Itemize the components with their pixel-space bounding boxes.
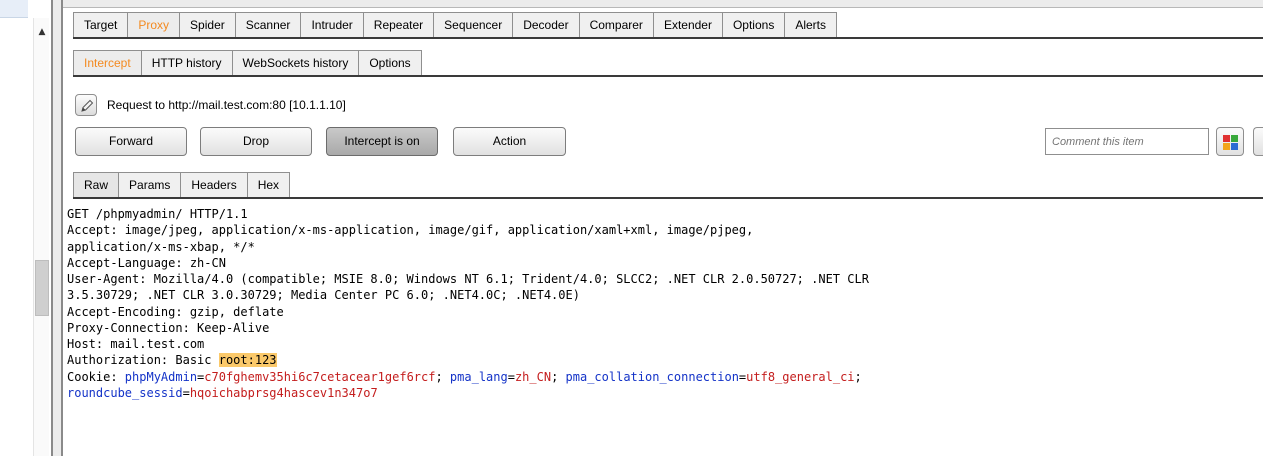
tab-alerts[interactable]: Alerts <box>785 12 838 37</box>
tab-spider[interactable]: Spider <box>180 12 236 37</box>
clipped-toolbar-button[interactable] <box>1253 127 1263 156</box>
cookie-value: zh_CN <box>514 369 552 384</box>
main-pane: Target Proxy Spider Scanner Intruder Rep… <box>63 0 1263 456</box>
tab-http-history[interactable]: HTTP history <box>141 50 233 75</box>
drop-button[interactable]: Drop <box>200 127 312 156</box>
tab-decoder[interactable]: Decoder <box>513 12 580 37</box>
proxy-tabs: Intercept HTTP history WebSockets histor… <box>73 50 422 75</box>
raw-request-editor[interactable]: GET /phpmyadmin/ HTTP/1.1 Accept: image/… <box>63 199 1263 456</box>
tab-comparer[interactable]: Comparer <box>579 12 654 37</box>
authorization-value-highlight[interactable]: root:123 <box>218 353 277 368</box>
left-pane-selected-row[interactable] <box>0 0 28 18</box>
cookie-value: utf8_general_ci <box>746 369 855 384</box>
request-target-label: Request to http://mail.test.com:80 [10.1… <box>107 98 346 112</box>
header-accept: Accept: image/jpeg, application/x-ms-app… <box>67 223 754 238</box>
highlight-color-button[interactable] <box>1216 127 1244 156</box>
vertical-scrollbar[interactable]: ▲ <box>33 18 49 456</box>
tab-proxy[interactable]: Proxy <box>128 12 181 37</box>
tab-intruder[interactable]: Intruder <box>301 12 364 37</box>
header-cookie: Cookie: phpMyAdmin=c70fghemv35hi6c7cetac… <box>67 369 862 384</box>
header-accept-language: Accept-Language: zh-CN <box>67 255 226 270</box>
request-line: GET /phpmyadmin/ HTTP/1.1 <box>67 207 248 221</box>
color-grid-icon-cell <box>1231 135 1238 142</box>
header-host: Host: mail.test.com <box>67 337 205 351</box>
color-grid-icon-cell <box>1231 143 1238 150</box>
cookie-name: roundcube_sessid <box>67 385 183 400</box>
edit-request-button[interactable] <box>75 94 97 116</box>
message-tabs: Raw Params Headers Hex <box>73 172 291 197</box>
tab-intercept[interactable]: Intercept <box>73 50 142 75</box>
cookie-value: hqoichabprsg4hascev1n347o7 <box>189 385 378 400</box>
pencil-icon <box>81 99 94 112</box>
action-button[interactable]: Action <box>453 127 566 156</box>
cookie-name: pma_lang <box>449 369 508 384</box>
scroll-thumb[interactable] <box>35 260 49 316</box>
tab-hex[interactable]: Hex <box>247 172 291 197</box>
tab-scanner[interactable]: Scanner <box>235 12 302 37</box>
cookie-value: c70fghemv35hi6c7cetacear1gef6rcf <box>204 369 436 384</box>
tool-tabs-underline <box>73 37 1263 39</box>
tool-tabs: Target Proxy Spider Scanner Intruder Rep… <box>73 12 838 37</box>
proxy-tabs-underline <box>73 75 1263 77</box>
color-grid-icon <box>1223 135 1230 142</box>
tab-params[interactable]: Params <box>119 172 182 197</box>
cookie-name: pma_collation_connection <box>565 369 739 384</box>
intercept-toggle-button[interactable]: Intercept is on <box>326 127 438 156</box>
authorization-label: Authorization: Basic <box>67 353 219 368</box>
header-user-agent: User-Agent: Mozilla/4.0 (compatible; MSI… <box>67 272 869 286</box>
header-proxy-connection: Proxy-Connection: Keep-Alive <box>67 320 270 335</box>
header-cookie-cont: roundcube_sessid=hqoichabprsg4hascev1n34… <box>67 385 378 400</box>
color-grid-icon-cell <box>1223 143 1230 150</box>
tab-sequencer[interactable]: Sequencer <box>434 12 514 37</box>
pane-splitter[interactable] <box>51 0 63 456</box>
tab-extender[interactable]: Extender <box>653 12 723 37</box>
header-accept-cont: application/x-ms-xbap, */* <box>67 239 255 254</box>
cookie-label: Cookie: <box>67 369 125 384</box>
tab-repeater[interactable]: Repeater <box>363 12 435 37</box>
tab-websockets-history[interactable]: WebSockets history <box>232 50 360 75</box>
header-accept-encoding: Accept-Encoding: gzip, deflate <box>67 304 284 319</box>
top-border <box>63 0 1263 8</box>
left-pane <box>0 0 28 456</box>
tab-options[interactable]: Options <box>722 12 786 37</box>
comment-input[interactable] <box>1045 128 1209 155</box>
tab-proxy-options[interactable]: Options <box>359 50 422 75</box>
header-user-agent-cont: 3.5.30729; .NET CLR 3.0.30729; Media Cen… <box>67 288 580 303</box>
header-authorization: Authorization: Basic root:123 <box>67 352 1263 368</box>
forward-button[interactable]: Forward <box>75 127 187 156</box>
tab-target[interactable]: Target <box>73 12 129 37</box>
scroll-up-arrow-icon[interactable]: ▲ <box>34 24 50 40</box>
cookie-name: phpMyAdmin <box>124 369 198 384</box>
tab-raw[interactable]: Raw <box>73 172 120 197</box>
tab-headers[interactable]: Headers <box>181 172 248 197</box>
